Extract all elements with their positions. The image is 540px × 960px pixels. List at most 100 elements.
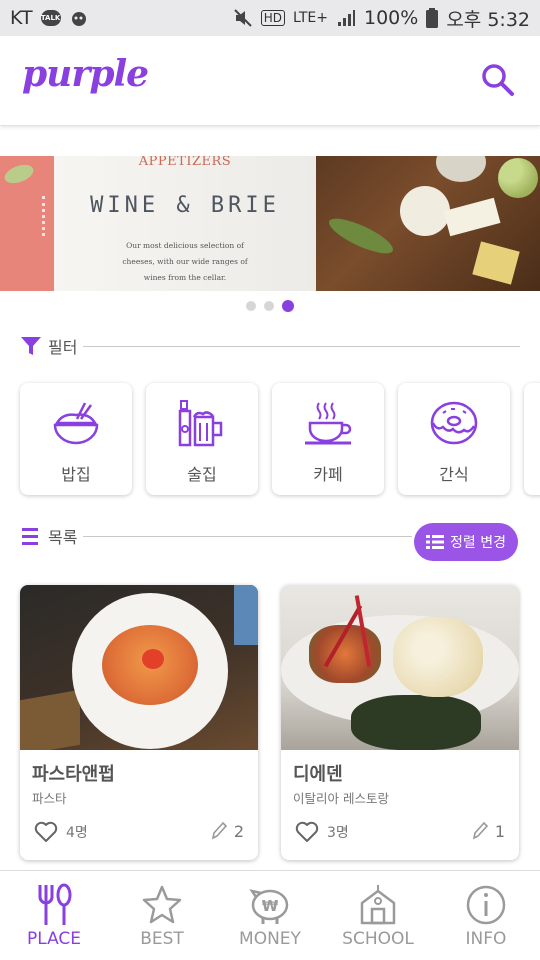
clock: 오후 5:32 — [446, 8, 530, 31]
rice-bowl-icon — [53, 402, 99, 445]
category-label: 간식 — [439, 465, 469, 484]
like-count: 3명 — [327, 825, 349, 841]
category-rice[interactable]: 밥집 — [20, 383, 132, 495]
fork-knife-icon — [38, 883, 72, 925]
pencil-icon — [211, 821, 227, 840]
category-snack[interactable]: 간식 — [398, 383, 510, 495]
banner-left-panel — [0, 156, 54, 291]
leaf-decoration — [2, 161, 36, 187]
app-header: Purple — [0, 36, 540, 126]
promo-banner[interactable]: APPETIZERS WINE & BRIE Our most deliciou… — [0, 156, 540, 291]
risotto-decoration — [393, 617, 483, 697]
banner-menu-card: APPETIZERS WINE & BRIE Our most deliciou… — [54, 156, 316, 291]
nav-label: PLACE — [26, 929, 82, 949]
battery-icon — [426, 8, 439, 28]
hd-icon: HD — [260, 10, 285, 26]
bottom-navigation: PLACE BEST ₩ MONEY SCHOOL INFO — [0, 870, 540, 960]
list-label: 목록 — [48, 528, 78, 547]
logo-text: Purple — [22, 53, 149, 95]
nav-label: INFO — [465, 929, 507, 949]
place-photo — [281, 585, 519, 750]
divider — [83, 345, 520, 347]
talk-icon: TALK — [40, 10, 61, 26]
battery-percent: 100% — [364, 7, 419, 29]
app-logo: Purple — [22, 53, 149, 95]
search-icon[interactable] — [480, 62, 516, 98]
school-icon — [360, 885, 396, 925]
place-category: 이탈리아 레스토랑 — [293, 791, 389, 806]
signal-icon — [338, 10, 355, 26]
place-category: 파스타 — [32, 791, 67, 806]
list-icon — [22, 528, 38, 545]
nav-school[interactable]: SCHOOL — [324, 871, 432, 960]
place-card[interactable]: 디에덴 이탈리아 레스토랑 3명 1 — [281, 585, 519, 860]
place-card[interactable]: 파스타앤펍 파스타 4명 2 — [20, 585, 258, 860]
banner-page-dot-1[interactable] — [246, 301, 256, 311]
banner-pagination — [0, 300, 540, 312]
heart-icon — [295, 821, 319, 842]
like-button[interactable]: 3명 — [295, 821, 349, 843]
filter-label: 필터 — [48, 338, 78, 357]
category-more[interactable] — [524, 383, 540, 495]
carrier-label: KT — [10, 7, 33, 29]
herb-decoration — [325, 212, 397, 260]
sort-button-label: 정렬 변경 — [450, 535, 506, 551]
status-bar-right: HD LTE+ 100% 오후 5:32 — [233, 5, 530, 32]
place-name: 파스타앤펍 — [32, 764, 115, 785]
review-count-value: 1 — [494, 821, 505, 841]
cheese-wedge-decoration — [443, 197, 501, 237]
category-label: 술집 — [187, 465, 217, 484]
category-bar[interactable]: 술집 — [146, 383, 258, 495]
piggy-bank-icon: ₩ — [249, 889, 289, 924]
bowl-decoration — [436, 156, 486, 182]
info-icon — [466, 885, 506, 925]
category-label: 밥집 — [61, 465, 91, 484]
status-bar-left: KT TALK — [10, 7, 89, 29]
nav-label: BEST — [140, 929, 184, 949]
nav-place[interactable]: PLACE — [0, 871, 108, 960]
category-list: 밥집 술집 카페 간식 — [20, 383, 540, 496]
nav-best[interactable]: BEST — [108, 871, 216, 960]
nav-label: MONEY — [239, 929, 301, 949]
like-count: 4명 — [66, 825, 88, 841]
banner-desc-line: Our most delicious selection of — [126, 241, 244, 250]
sort-button[interactable]: 정렬 변경 — [414, 523, 518, 561]
banner-page-dot-3[interactable] — [282, 300, 294, 312]
category-cafe[interactable]: 카페 — [272, 383, 384, 495]
funnel-icon — [21, 337, 41, 355]
mute-icon — [234, 9, 252, 27]
table-decoration — [20, 689, 80, 750]
status-bar: KT TALK HD LTE+ 100% 오후 5:32 — [0, 0, 540, 36]
heart-icon — [34, 821, 58, 842]
nav-info[interactable]: INFO — [432, 871, 540, 960]
place-photo — [20, 585, 258, 750]
divider — [83, 535, 412, 537]
like-button[interactable]: 4명 — [34, 821, 88, 843]
tomato-decoration — [142, 649, 164, 669]
pencil-icon — [472, 821, 488, 840]
banner-title: WINE & BRIE — [90, 193, 280, 218]
banner-cheese-photo — [316, 156, 540, 291]
category-label: 카페 — [313, 465, 343, 484]
banner-desc-line: wines from the cellar. — [143, 273, 227, 282]
list-view-icon — [426, 535, 444, 549]
greens-decoration — [351, 695, 481, 750]
banner-kicker: APPETIZERS — [138, 156, 232, 169]
banner-page-dot-2[interactable] — [264, 301, 274, 311]
review-count: 1 — [471, 821, 505, 841]
nav-money[interactable]: ₩ MONEY — [216, 871, 324, 960]
place-card-list: 파스타앤펍 파스타 4명 2 디에덴 이탈리아 레스토랑 3명 1 — [20, 585, 520, 860]
banner-description: Our most delicious selection of cheeses,… — [54, 238, 316, 286]
donut-icon — [430, 401, 478, 445]
grapes-decoration — [498, 158, 538, 198]
network-label: LTE+ — [293, 10, 328, 26]
napkin-decoration — [234, 585, 258, 645]
dots-decoration — [42, 196, 45, 236]
nav-label: SCHOOL — [342, 929, 414, 949]
bug-icon — [71, 12, 86, 26]
cheese-block-decoration — [472, 241, 520, 285]
place-name: 디에덴 — [293, 764, 343, 785]
coffee-icon — [305, 402, 352, 445]
review-count: 2 — [210, 821, 244, 841]
review-count-value: 2 — [233, 821, 244, 841]
